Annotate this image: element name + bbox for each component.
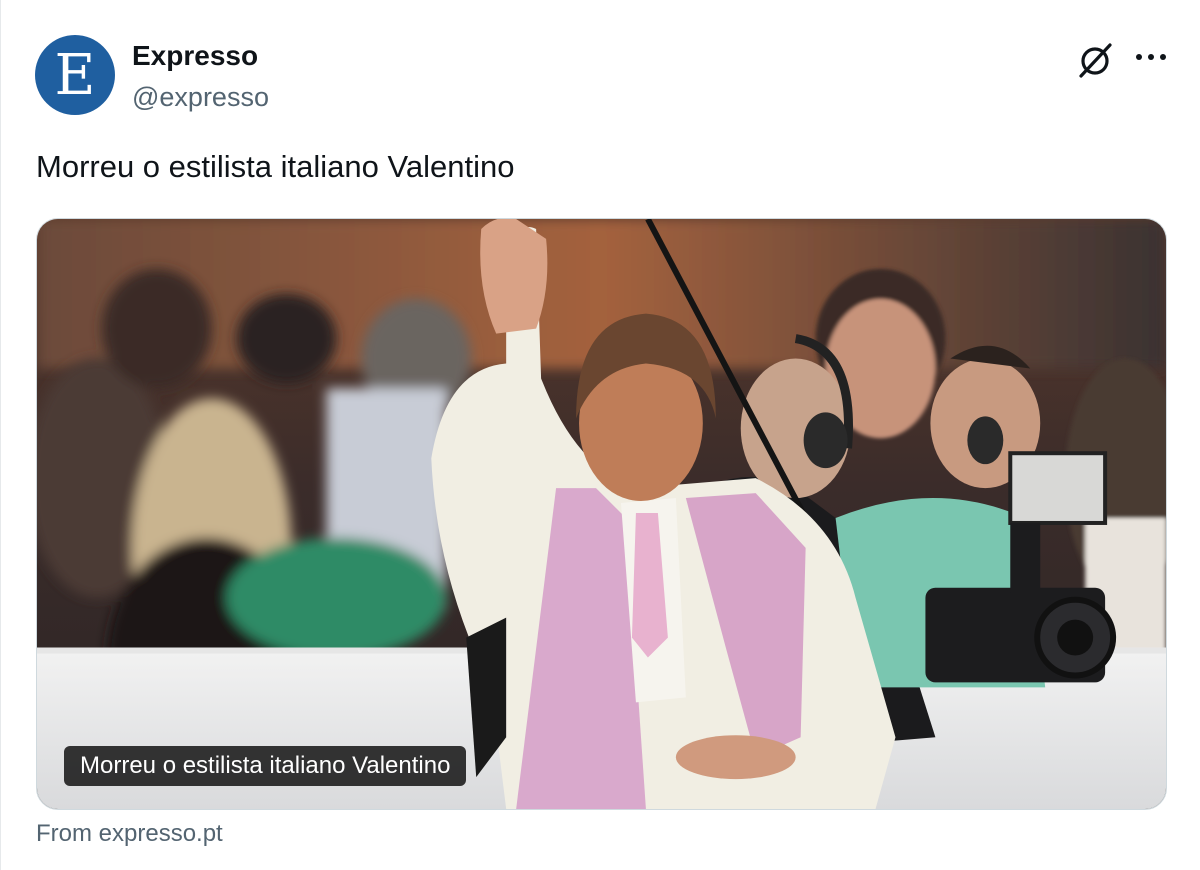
grok-icon[interactable] bbox=[1075, 40, 1115, 80]
card-source-link[interactable]: From expresso.pt bbox=[36, 817, 223, 851]
card-caption: Morreu o estilista italiano Valentino bbox=[64, 746, 467, 786]
card-photo bbox=[37, 219, 1166, 809]
avatar[interactable]: E bbox=[35, 35, 115, 115]
tweet-text: Morreu o estilista italiano Valentino bbox=[36, 149, 515, 184]
avatar-logo-letter: E bbox=[54, 43, 96, 108]
author-display-name[interactable]: Expresso bbox=[132, 38, 258, 74]
link-card[interactable]: Morreu o estilista italiano Valentino bbox=[36, 218, 1167, 810]
tweet-container: E Expresso @expresso Morreu o estilista … bbox=[0, 0, 1200, 870]
author-handle[interactable]: @expresso bbox=[132, 80, 269, 114]
more-icon[interactable] bbox=[1134, 47, 1168, 67]
